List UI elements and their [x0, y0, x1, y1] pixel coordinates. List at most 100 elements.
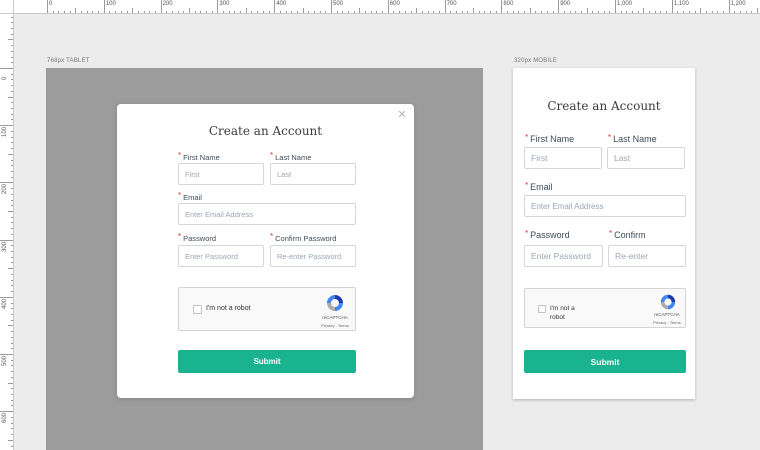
ruler-tick [705, 11, 707, 13]
ruler-tick [11, 342, 13, 344]
ruler-tick [654, 11, 656, 13]
ruler-tick [490, 11, 492, 13]
ruler-tick [649, 11, 651, 13]
required-mark: * [178, 232, 182, 241]
ruler-tick [0, 354, 13, 355]
ruler-tick [308, 11, 310, 13]
design-canvas: 0 100 200 300 400 500 600 700 800 900 1,000 1,100 1,… [0, 0, 760, 450]
mobile-recaptcha-brand: reCAPTCHA [654, 312, 680, 317]
ruler-tick [11, 405, 13, 407]
ruler-tick [11, 188, 13, 190]
ruler-tick [11, 365, 13, 367]
email-input[interactable]: Enter Email Address [178, 203, 356, 225]
password-input[interactable]: Enter Password [178, 245, 264, 267]
ruler-label: 600 [389, 1, 400, 7]
ruler-tick [8, 382, 13, 384]
close-icon[interactable]: ✕ [397, 110, 407, 121]
ruler-tick [279, 11, 281, 13]
ruler-tick [637, 11, 639, 13]
mobile-email-label: * Email [525, 181, 553, 192]
mobile-submit-button[interactable]: Submit [524, 350, 686, 373]
ruler-tick [64, 11, 66, 13]
ruler-tick [11, 291, 13, 293]
ruler-tick [671, 0, 673, 13]
ruler-tick [11, 73, 13, 75]
ruler-label: 300 [219, 1, 230, 7]
ruler-vertical: 0 100 200 300 400 500 600 [0, 14, 14, 450]
ruler-tick [11, 319, 13, 321]
tablet-artboard-label[interactable]: 768px TABLET [47, 58, 90, 64]
ruler-tick [251, 11, 253, 13]
last-name-input[interactable]: Last [270, 163, 356, 185]
ruler-tick [11, 62, 13, 64]
first-name-label-text: First Name [183, 153, 220, 162]
mobile-last-name-input[interactable]: Last [607, 147, 685, 169]
mobile-first-name-input[interactable]: First [524, 147, 602, 169]
mobile-artboard-label[interactable]: 320px MOBILE [514, 58, 557, 64]
first-name-input[interactable]: First [178, 163, 264, 185]
ruler-tick [11, 422, 13, 424]
ruler-tick [8, 211, 13, 212]
ruler-tick [143, 11, 145, 13]
required-mark: * [525, 181, 529, 190]
mobile-recaptcha-label: I'm not a robot [550, 304, 575, 322]
mobile-email-input[interactable]: Enter Email Address [524, 195, 686, 217]
mobile-password-input[interactable]: Enter Password [524, 245, 603, 267]
ruler-tick [11, 262, 13, 264]
ruler-tick [11, 27, 13, 29]
ruler-tick [228, 11, 230, 13]
ruler-tick [234, 11, 236, 13]
ruler-tick [296, 11, 298, 13]
ruler-tick [569, 11, 571, 13]
ruler-tick [11, 245, 13, 247]
ruler-tick [11, 251, 13, 253]
ruler-tick [365, 11, 367, 13]
recaptcha-terms-link[interactable]: Privacy - Terms [317, 323, 353, 328]
mobile-recaptcha-terms-link[interactable]: Privacy - Terms [649, 320, 685, 325]
mobile-recaptcha-logo-icon [660, 294, 676, 310]
ruler-tick [342, 11, 344, 13]
ruler-label: 700 [446, 1, 457, 7]
mobile-email-label-text: Email [530, 182, 553, 192]
ruler-tick [11, 205, 13, 207]
ruler-tick [11, 45, 13, 47]
ruler-tick [206, 11, 208, 13]
required-mark: * [525, 229, 529, 238]
ruler-tick [717, 11, 719, 13]
ruler-tick [694, 11, 696, 13]
ruler-tick [495, 11, 497, 13]
mobile-artboard: Create an Account * First Name First * Las… [513, 68, 695, 399]
ruler-tick [331, 0, 332, 13]
ruler-label: 200 [162, 1, 173, 7]
required-mark: * [178, 151, 182, 160]
mobile-recaptcha-checkbox[interactable] [538, 305, 546, 313]
ruler-tick [132, 8, 134, 13]
ruler-tick [382, 11, 384, 13]
mobile-password-label: * Password [525, 229, 570, 240]
ruler-tick [115, 11, 117, 13]
ruler-tick [597, 11, 599, 13]
ruler-label: 500 [2, 355, 8, 366]
ruler-tick [11, 102, 13, 104]
confirm-password-input[interactable]: Re-enter Password [270, 245, 356, 267]
ruler-label: 900 [560, 1, 571, 7]
ruler-tick [223, 11, 225, 13]
email-label: * Email [178, 191, 202, 202]
ruler-label: 100 [105, 1, 116, 7]
ruler-tick [8, 439, 13, 441]
ruler-tick [81, 11, 83, 13]
email-label-text: Email [183, 193, 202, 202]
ruler-label: 500 [333, 1, 344, 7]
ruler-tick [11, 376, 13, 378]
ruler-tick [11, 279, 13, 281]
recaptcha-checkbox[interactable] [193, 305, 202, 314]
ruler-tick [11, 371, 13, 373]
submit-button[interactable]: Submit [178, 350, 356, 373]
ruler-tick [535, 11, 537, 13]
ruler-tick [86, 11, 88, 13]
mobile-password-label-text: Password [530, 230, 570, 240]
ruler-tick [11, 445, 13, 447]
mobile-confirm-input[interactable]: Re-enter [608, 245, 686, 267]
ruler-tick [683, 11, 685, 13]
ruler-tick [353, 11, 355, 13]
